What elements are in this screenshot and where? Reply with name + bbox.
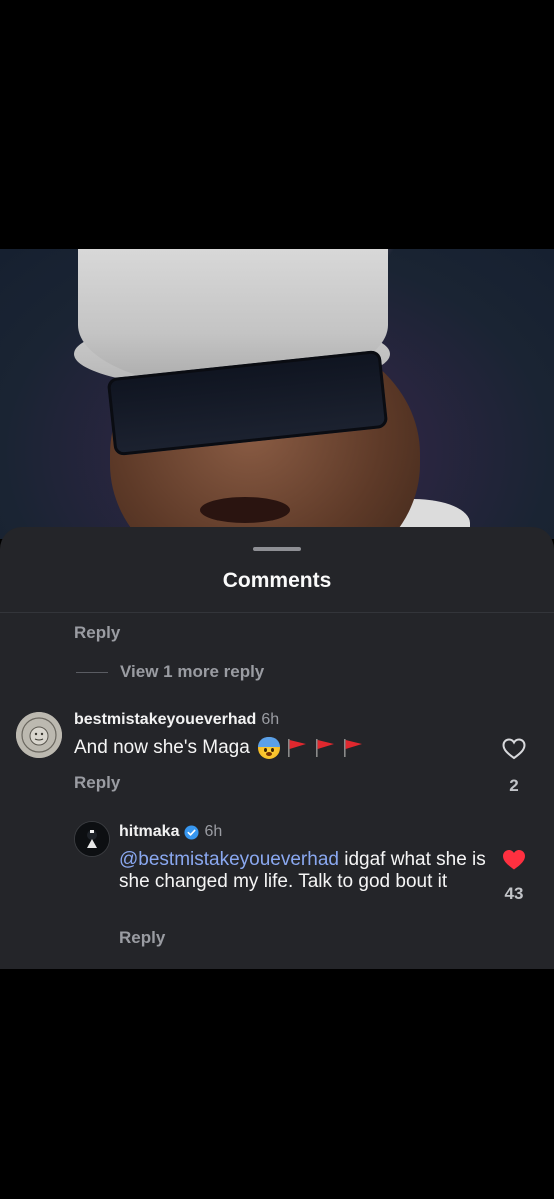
sheet-title: Comments: [222, 569, 332, 592]
avatar[interactable]: [74, 821, 110, 857]
heart-filled-icon[interactable]: [502, 849, 526, 871]
username[interactable]: hitmaka: [119, 823, 179, 841]
video-background[interactable]: [0, 249, 554, 539]
comment-body: And now she's Maga: [74, 737, 250, 758]
heart-outline-icon[interactable]: [502, 738, 526, 760]
drag-handle[interactable]: [253, 547, 301, 551]
comment-header: bestmistakeyoueverhad 6h: [74, 711, 279, 729]
thread-line: [76, 671, 108, 673]
verified-badge-icon: [184, 824, 199, 840]
like-count: 2: [509, 776, 519, 795]
comment-header: hitmaka 6h: [119, 823, 222, 841]
view-more-replies[interactable]: View 1 more reply: [76, 662, 264, 682]
timestamp: 6h: [261, 711, 280, 728]
comments-sheet: Comments Reply View 1 more reply bestmis…: [0, 527, 554, 969]
red-flag-emoji-icon: [314, 738, 336, 758]
reply-button[interactable]: Reply: [119, 928, 165, 948]
view-more-label: View 1 more reply: [120, 662, 265, 681]
mouth: [200, 497, 290, 523]
username[interactable]: bestmistakeyoueverhad: [74, 711, 256, 728]
mention-link[interactable]: @bestmistakeyoueverhad: [119, 849, 339, 870]
fearful-face-emoji-icon: [257, 737, 280, 759]
comment-text: @bestmistakeyoueverhad idgaf what she is…: [119, 849, 489, 893]
like-count: 43: [504, 884, 524, 903]
comment-text: And now she's Maga: [74, 737, 364, 759]
reply-button[interactable]: Reply: [74, 623, 120, 643]
timestamp: 6h: [204, 823, 223, 840]
divider: [0, 612, 554, 613]
reply-button[interactable]: Reply: [74, 773, 120, 793]
avatar[interactable]: [16, 712, 62, 758]
red-flag-emoji-icon: [342, 738, 364, 758]
red-flag-emoji-icon: [286, 738, 308, 758]
